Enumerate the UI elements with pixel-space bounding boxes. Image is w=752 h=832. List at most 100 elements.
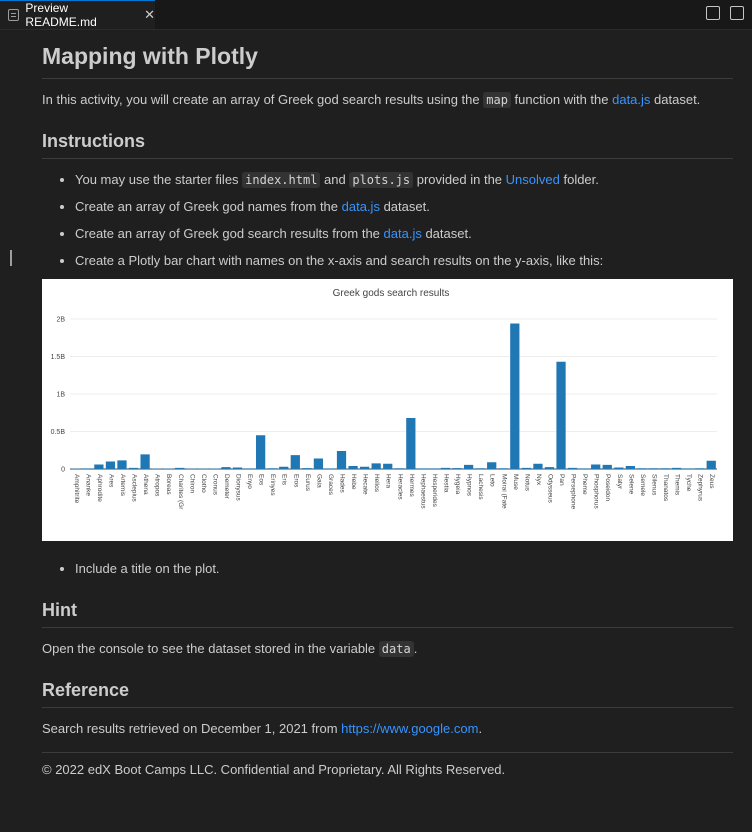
close-icon[interactable]: ✕ bbox=[144, 7, 155, 23]
y-tick-label: 0.5B bbox=[51, 429, 66, 436]
split-editor-icon[interactable] bbox=[730, 6, 744, 20]
instructions-list: Create an array of Greek god names from … bbox=[42, 198, 430, 216]
preview-icon bbox=[8, 9, 20, 21]
bar bbox=[521, 467, 531, 469]
x-tick-label: Hypnos bbox=[466, 474, 473, 497]
x-tick-label: Notus bbox=[523, 474, 530, 492]
bar bbox=[706, 460, 716, 469]
reference-text: Search results retrieved on December 1, … bbox=[42, 721, 342, 736]
bar bbox=[579, 468, 589, 469]
chart-title: Greek gods search results bbox=[333, 288, 450, 299]
x-tick-label: Nyx bbox=[535, 474, 542, 486]
bar bbox=[209, 468, 220, 470]
bar-chart: Greek gods search results 0 0.5B 1B 1.5B 2B Am… bbox=[51, 288, 717, 510]
instructions-heading: Instructions bbox=[42, 131, 733, 159]
bar bbox=[290, 455, 300, 469]
instructions-list: Create an array of Greek god search resu… bbox=[42, 225, 472, 243]
x-tick-label: Satyr bbox=[616, 474, 623, 490]
code-plots-js: plots.js bbox=[349, 172, 414, 188]
bar bbox=[140, 454, 150, 469]
x-tick-label: Boreas bbox=[165, 474, 172, 495]
x-tick-label: Themis bbox=[674, 474, 681, 496]
bar bbox=[336, 451, 347, 469]
unsolved-link[interactable]: Unsolved bbox=[506, 172, 560, 187]
bar bbox=[510, 323, 520, 469]
intro-paragraph: In this activity, you will create an arr… bbox=[42, 91, 700, 109]
x-tick-label: Zephyrus bbox=[697, 474, 704, 502]
x-tick-label: Hades bbox=[339, 474, 346, 494]
x-tick-label: Erinyes bbox=[269, 474, 276, 496]
x-tick-label: Hermes bbox=[408, 474, 415, 498]
list-text: You may use the starter files bbox=[75, 172, 243, 187]
bar bbox=[128, 467, 139, 469]
instructions-list: Create a Plotly bar chart with names on … bbox=[42, 252, 603, 270]
editor-tab-bar: Preview README.md ✕ bbox=[0, 0, 752, 30]
x-tick-label: Poseidon bbox=[604, 474, 611, 501]
x-tick-label: Persephone bbox=[570, 474, 577, 509]
x-tick-label: Aphrodite bbox=[96, 474, 103, 502]
bar bbox=[452, 468, 462, 469]
open-source-icon[interactable] bbox=[706, 6, 720, 20]
bar bbox=[625, 466, 635, 469]
bar bbox=[198, 468, 208, 470]
data-js-link[interactable]: data.js bbox=[612, 92, 650, 107]
code-index-html: index.html bbox=[242, 172, 321, 188]
tab-preview-readme[interactable]: Preview README.md ✕ bbox=[0, 0, 155, 29]
x-tick-label: Gaia bbox=[315, 474, 322, 488]
x-tick-label: Tyche bbox=[685, 474, 692, 492]
bar bbox=[556, 361, 566, 469]
data-js-link[interactable]: data.js bbox=[342, 199, 380, 214]
bar bbox=[302, 468, 312, 469]
x-tick-label: Moirai (Fate bbox=[500, 474, 507, 509]
x-tick-label: Hera bbox=[385, 474, 392, 488]
x-tick-label: Eos bbox=[258, 474, 265, 486]
x-tick-label: Heracles bbox=[396, 474, 403, 500]
chart-image: Greek gods search results 0 0.5B 1B 1.5B 2B Am… bbox=[42, 279, 733, 541]
x-tick-label: Pan bbox=[558, 474, 565, 486]
bar bbox=[671, 467, 682, 469]
bar bbox=[244, 468, 254, 469]
bar bbox=[186, 468, 196, 470]
data-js-link[interactable]: data.js bbox=[384, 226, 422, 241]
bar bbox=[660, 468, 670, 469]
x-tick-label: Amphitrite bbox=[73, 474, 80, 504]
x-tick-label: Silenus bbox=[650, 474, 657, 496]
bar bbox=[359, 466, 370, 469]
x-tick-label: Selene bbox=[627, 474, 634, 495]
bar bbox=[567, 467, 578, 469]
x-tick-label: Odysseus bbox=[546, 474, 553, 504]
bar bbox=[487, 462, 497, 469]
bar bbox=[591, 464, 601, 469]
bar bbox=[602, 464, 612, 469]
x-tick-label: Asclepius bbox=[131, 474, 138, 503]
list-item: Create an array of Greek god names from … bbox=[75, 198, 430, 216]
list-text: dataset. bbox=[421, 226, 472, 241]
bar bbox=[683, 468, 693, 469]
bar bbox=[371, 463, 381, 469]
tab-title: Preview README.md bbox=[25, 1, 97, 29]
x-tick-label: Hephaestus bbox=[419, 474, 426, 509]
x-tick-label: Lachesis bbox=[477, 474, 484, 500]
intro-text-mid: function with the bbox=[510, 92, 613, 107]
x-tick-label: Clotho bbox=[200, 474, 207, 493]
list-text: dataset. bbox=[379, 199, 430, 214]
reference-paragraph: Search results retrieved on December 1, … bbox=[42, 720, 482, 738]
google-link[interactable]: https://www.google.com bbox=[341, 721, 478, 736]
bar bbox=[394, 468, 404, 469]
tab-actions bbox=[706, 6, 744, 20]
x-tick-label: Hecate bbox=[362, 474, 369, 495]
list-item: Create an array of Greek god search resu… bbox=[75, 225, 472, 243]
y-tick-label: 1B bbox=[56, 392, 65, 399]
x-tick-label: Hesperides bbox=[431, 474, 438, 508]
bar bbox=[221, 467, 231, 469]
bar bbox=[614, 467, 624, 469]
x-tick-label: Dionysus bbox=[235, 474, 242, 501]
hint-text-end: . bbox=[413, 641, 418, 656]
bar bbox=[117, 460, 127, 469]
x-tick-label: Athena bbox=[142, 474, 149, 495]
x-tick-label: Leto bbox=[489, 474, 496, 487]
bar bbox=[637, 468, 647, 469]
x-tick-label: Hygeia bbox=[454, 474, 461, 495]
list-item: Include a title on the plot. bbox=[75, 560, 220, 578]
x-tick-label: Graces bbox=[327, 474, 334, 496]
